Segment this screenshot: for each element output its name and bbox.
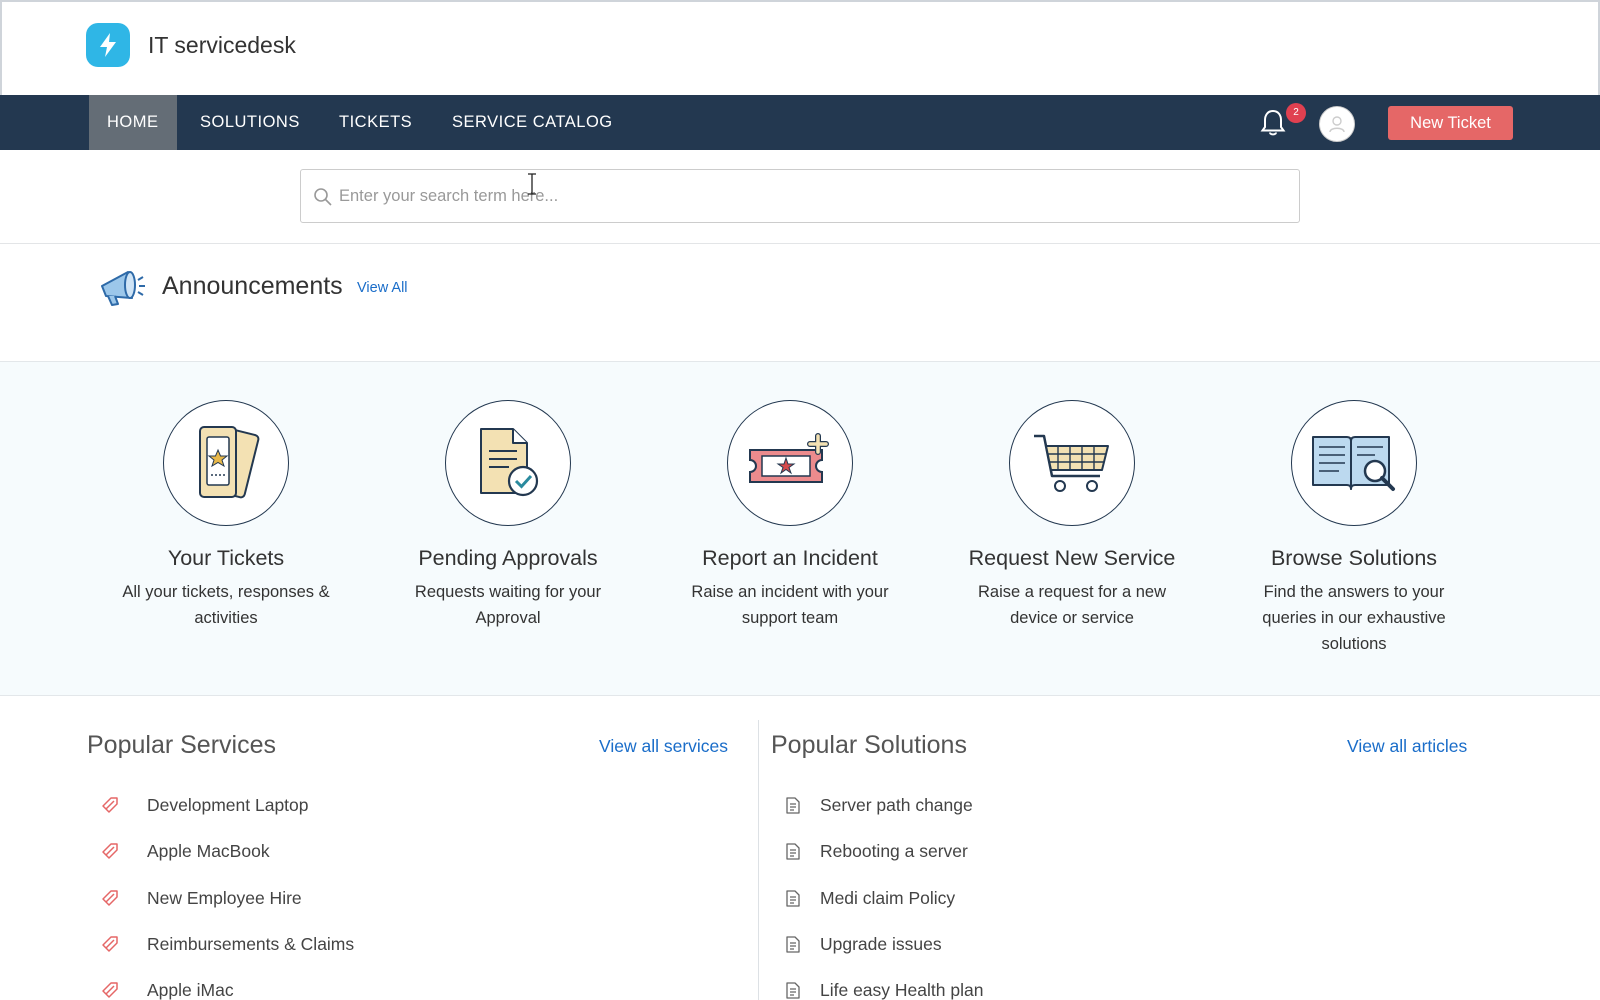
popular-services-title: Popular Services bbox=[87, 731, 276, 759]
list-item[interactable]: Server path change bbox=[783, 782, 1383, 828]
list-item[interactable]: Development Laptop bbox=[100, 782, 700, 828]
nav-solutions[interactable]: SOLUTIONS bbox=[182, 95, 318, 150]
app-title: IT servicedesk bbox=[148, 32, 296, 58]
list-item-label: New Employee Hire bbox=[147, 887, 302, 908]
nav-home[interactable]: HOME bbox=[89, 95, 177, 150]
list-item[interactable]: Rebooting a server bbox=[783, 828, 1383, 874]
tag-icon bbox=[102, 936, 118, 952]
list-item[interactable]: Upgrade issues bbox=[783, 921, 1383, 967]
list-item-label: Medi claim Policy bbox=[820, 887, 956, 908]
book-search-icon bbox=[1291, 400, 1417, 526]
popular-solutions-title: Popular Solutions bbox=[771, 731, 967, 759]
report-incident-icon bbox=[727, 400, 853, 526]
tickets-icon bbox=[163, 400, 289, 526]
tag-icon bbox=[102, 797, 118, 813]
avatar[interactable] bbox=[1319, 106, 1355, 142]
quick-action-desc: Raise a request for a new device or serv… bbox=[977, 583, 1167, 627]
quick-action-title: Request New Service bbox=[968, 546, 1176, 570]
text-cursor-icon bbox=[528, 173, 536, 195]
quick-action-desc: Requests waiting for your Approval bbox=[414, 583, 602, 627]
quick-action-title: Browse Solutions bbox=[1270, 546, 1438, 570]
popular-services-list: Development Laptop Apple MacBook New Emp… bbox=[100, 782, 700, 1000]
quick-action-report-incident[interactable]: Report an Incident Raise an incident wit… bbox=[670, 400, 910, 631]
nav-service-catalog[interactable]: SERVICE CATALOG bbox=[434, 95, 631, 150]
quick-action-pending-approvals[interactable]: Pending Approvals Requests waiting for y… bbox=[388, 400, 628, 631]
list-item-label: Reimbursements & Claims bbox=[147, 933, 355, 954]
lightning-bolt-icon[interactable] bbox=[86, 23, 130, 67]
quick-action-desc: All your tickets, responses & activities bbox=[122, 583, 330, 627]
document-icon bbox=[786, 936, 800, 953]
nav-tickets[interactable]: TICKETS bbox=[321, 95, 430, 150]
document-icon bbox=[786, 843, 800, 860]
search-bar[interactable] bbox=[300, 169, 1300, 223]
popular-solutions-list: Server path change Rebooting a server Me… bbox=[783, 782, 1383, 1000]
quick-action-title: Your Tickets bbox=[167, 546, 285, 570]
list-item[interactable]: Medi claim Policy bbox=[783, 875, 1383, 921]
document-icon bbox=[786, 889, 800, 907]
list-item[interactable]: Apple iMac bbox=[100, 967, 700, 1000]
list-item[interactable]: Life easy Health plan bbox=[783, 967, 1383, 1000]
quick-action-browse-solutions[interactable]: Browse Solutions Find the answers to you… bbox=[1234, 400, 1474, 657]
list-item-label: Life easy Health plan bbox=[820, 980, 984, 1000]
megaphone-icon bbox=[101, 271, 145, 306]
list-item[interactable]: Reimbursements & Claims bbox=[100, 921, 700, 967]
document-icon bbox=[786, 797, 800, 814]
list-item-label: Development Laptop bbox=[147, 795, 309, 815]
approval-document-icon bbox=[445, 400, 571, 526]
list-item[interactable]: New Employee Hire bbox=[100, 875, 700, 921]
user-icon bbox=[1329, 116, 1345, 133]
tag-icon bbox=[102, 982, 118, 998]
quick-action-title: Pending Approvals bbox=[418, 546, 598, 570]
section-divider bbox=[0, 243, 1600, 244]
tag-icon bbox=[102, 889, 118, 906]
tag-icon bbox=[102, 843, 118, 860]
brand-header: IT servicedesk bbox=[0, 0, 1600, 95]
search-icon bbox=[314, 188, 332, 206]
list-item-label: Apple iMac bbox=[147, 980, 234, 1000]
shopping-cart-icon bbox=[1009, 400, 1135, 526]
quick-action-desc: Raise an incident with your support team bbox=[691, 583, 889, 627]
announcements-view-all-link[interactable]: View All bbox=[357, 280, 408, 296]
main-nav: HOME SOLUTIONS TICKETS SERVICE CATALOG bbox=[0, 95, 1600, 150]
list-item[interactable]: Apple MacBook bbox=[100, 828, 700, 874]
notification-badge: 2 bbox=[1286, 103, 1306, 123]
document-icon bbox=[786, 982, 800, 999]
bell-icon[interactable] bbox=[1259, 108, 1287, 138]
quick-actions-band: Your Tickets All your tickets, responses… bbox=[0, 361, 1600, 696]
list-item-label: Rebooting a server bbox=[820, 841, 968, 862]
column-divider bbox=[758, 720, 759, 1000]
quick-action-request-service[interactable]: Request New Service Raise a request for … bbox=[952, 400, 1192, 631]
view-all-articles-link[interactable]: View all articles bbox=[1347, 736, 1467, 757]
list-item-label: Server path change bbox=[820, 795, 973, 815]
announcements-title: Announcements bbox=[162, 272, 343, 300]
view-all-services-link[interactable]: View all services bbox=[599, 736, 728, 757]
search-input[interactable] bbox=[339, 170, 1289, 222]
quick-action-title: Report an Incident bbox=[702, 546, 878, 570]
list-item-label: Upgrade issues bbox=[820, 933, 942, 954]
list-item-label: Apple MacBook bbox=[147, 841, 270, 862]
quick-action-your-tickets[interactable]: Your Tickets All your tickets, responses… bbox=[106, 400, 346, 631]
new-ticket-button[interactable]: New Ticket bbox=[1388, 106, 1513, 140]
quick-action-desc: Find the answers to your queries in our … bbox=[1262, 583, 1446, 653]
